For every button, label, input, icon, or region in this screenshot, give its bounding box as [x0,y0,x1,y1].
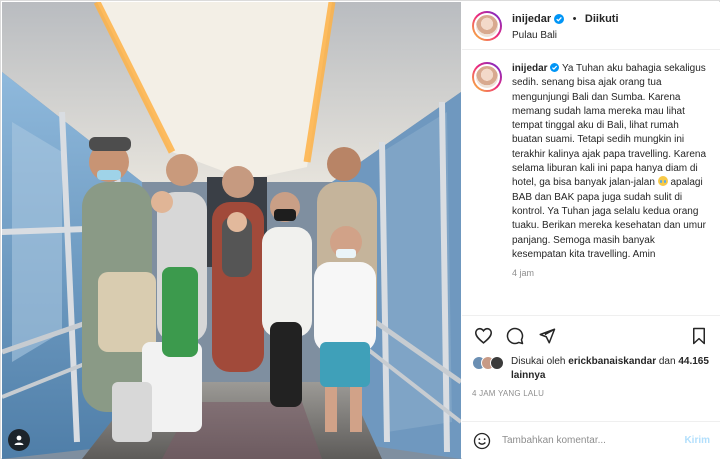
username-text: inijedar [512,13,552,26]
follow-status-button[interactable]: Diikuti [585,13,619,25]
post-header: inijedar • Diikuti Pulau Bali [462,2,720,50]
liker-avatars[interactable] [472,356,504,370]
send-comment-button[interactable]: Kirim [684,435,710,446]
liker-avatar [490,356,504,370]
post-photo[interactable] [2,2,461,459]
avatar-image [474,64,500,90]
caption-text-1: Ya Tuhan aku bahagia sekaligus sedih. se… [512,63,706,189]
caption-area: inijedar Ya Tuhan aku bahagia sekaligus … [462,50,720,315]
caption-username[interactable]: inijedar [512,63,560,74]
avatar[interactable] [472,10,502,41]
header-text: inijedar • Diikuti Pulau Bali [512,9,619,42]
jet-bridge-family-photo [2,2,461,459]
post-side-panel: inijedar • Diikuti Pulau Bali inijedar Y… [462,2,720,459]
user-tag-icon[interactable] [8,429,30,451]
share-icon[interactable] [536,325,558,347]
likes-summary: Disukai oleh erickbanaiskandar dan 44.16… [462,355,720,383]
location-link[interactable]: Pulau Bali [512,30,619,42]
liker-username[interactable]: erickbanaiskandar [568,356,656,367]
caption-avatar[interactable] [472,62,502,92]
likes-prefix: Disukai oleh [511,356,566,367]
crying-face-emoji-icon [657,176,668,187]
verified-badge-icon [550,63,560,72]
post-date[interactable]: 4 JAM YANG LALU [462,383,720,398]
caption-time: 4 jam [512,268,535,279]
caption-username-text: inijedar [512,63,548,74]
action-bar [462,315,720,355]
caption-body: inijedar Ya Tuhan aku bahagia sekaligus … [512,62,710,315]
caption-text-2: apalagi BAB dan BAK papa juga sudah suli… [512,177,706,260]
avatar-image [474,12,500,39]
likes-conjunction: dan [658,356,676,367]
header-line: inijedar • Diikuti [512,9,619,27]
comment-input[interactable] [502,435,679,446]
instagram-post-modal: inijedar • Diikuti Pulau Bali inijedar Y… [0,0,720,459]
heart-icon[interactable] [472,325,494,347]
bookmark-icon[interactable] [688,325,710,347]
comment-bar: Kirim [462,421,720,459]
username-link[interactable]: inijedar [512,13,565,26]
smile-icon[interactable] [472,431,492,451]
likes-text: Disukai oleh erickbanaiskandar dan 44.16… [511,355,710,383]
verified-badge-icon [554,14,565,25]
separator-dot: • [572,13,577,26]
comment-icon[interactable] [504,325,526,347]
